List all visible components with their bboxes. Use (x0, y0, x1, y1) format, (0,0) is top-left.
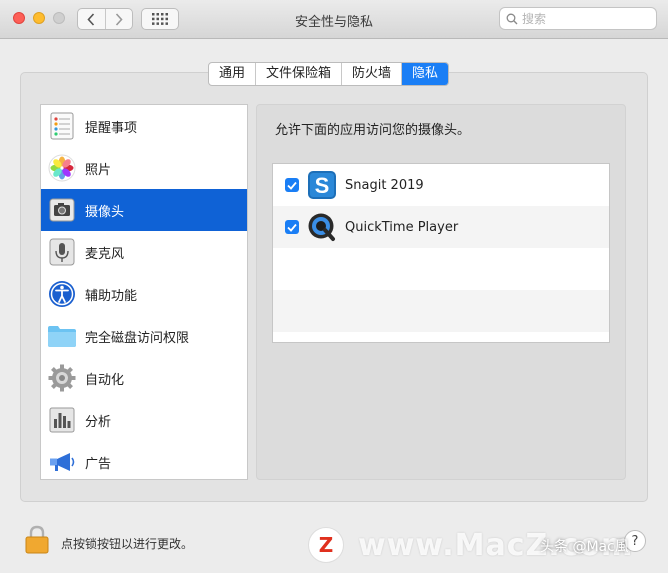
sidebar-item-label: 摄像头 (85, 204, 125, 220)
app-permission-checkbox[interactable] (285, 220, 299, 234)
snagit-icon: S (307, 170, 337, 200)
app-row-snagit[interactable]: S Snagit 2019 (273, 164, 609, 206)
quicktime-icon (307, 212, 337, 242)
svg-text:S: S (315, 173, 330, 198)
reminders-icon (47, 111, 77, 141)
sidebar-item-reminders[interactable]: 提醒事项 (41, 105, 247, 147)
tab-firewall[interactable]: 防火墙 (341, 63, 401, 85)
privacy-category-list: 提醒事项 照片 摄像头 麦克风 辅助功能 完全磁盘访问权限 自动化 分析 广告 (40, 104, 248, 480)
sidebar-item-microphone[interactable]: 麦克风 (41, 231, 247, 273)
sidebar-item-automation[interactable]: 自动化 (41, 357, 247, 399)
lock-button[interactable] (24, 524, 50, 554)
analytics-icon (47, 405, 77, 435)
checkmark-icon (287, 223, 297, 232)
sidebar-item-label: 完全磁盘访问权限 (85, 330, 190, 346)
photos-icon (47, 153, 77, 183)
camera-icon (47, 195, 77, 225)
app-name: Snagit 2019 (345, 177, 424, 193)
sidebar-item-accessibility[interactable]: 辅助功能 (41, 273, 247, 315)
tab-privacy[interactable]: 隐私 (401, 63, 449, 85)
lock-icon (25, 525, 49, 554)
sidebar-item-full-disk-access[interactable]: 完全磁盘访问权限 (41, 315, 247, 357)
sidebar-item-analytics[interactable]: 分析 (41, 399, 247, 441)
search-placeholder: 搜索 (522, 12, 547, 26)
gear-icon (47, 363, 77, 393)
watermark-extra: 头条 @Mac風 (540, 539, 629, 555)
instruction-text: 允许下面的应用访问您的摄像头。 (275, 123, 471, 138)
search-icon (506, 13, 518, 24)
list-item (273, 290, 609, 332)
sidebar-item-label: 照片 (85, 162, 112, 178)
sidebar-item-camera[interactable]: 摄像头 (41, 189, 247, 231)
sidebar-item-advertising[interactable]: 广告 (41, 441, 247, 479)
megaphone-icon (47, 447, 77, 477)
folder-icon (47, 321, 77, 351)
tab-filevault[interactable]: 文件保险箱 (255, 63, 341, 85)
accessibility-icon (47, 279, 77, 309)
sidebar-item-label: 提醒事项 (85, 120, 138, 136)
sidebar-item-label: 自动化 (85, 372, 125, 388)
sidebar-item-label: 辅助功能 (85, 288, 138, 304)
sidebar-item-photos[interactable]: 照片 (41, 147, 247, 189)
lock-hint-text: 点按锁按钮以进行更改。 (61, 537, 194, 551)
tab-bar: 通用 文件保险箱 防火墙 隐私 (208, 62, 450, 86)
tab-general[interactable]: 通用 (209, 63, 255, 85)
sidebar-item-label: 分析 (85, 414, 112, 430)
app-row-quicktime[interactable]: QuickTime Player (273, 206, 609, 248)
microphone-icon (47, 237, 77, 267)
list-item (273, 248, 609, 290)
app-name: QuickTime Player (345, 219, 459, 235)
sidebar-item-label: 广告 (85, 456, 112, 472)
search-field[interactable]: 搜索 (499, 7, 657, 30)
title-bar: 安全性与隐私 搜索 (0, 0, 668, 39)
checkmark-icon (287, 181, 297, 190)
app-permission-list: S Snagit 2019 QuickTime Player (272, 163, 610, 343)
watermark-logo-icon: Z (308, 527, 344, 563)
app-permission-checkbox[interactable] (285, 178, 299, 192)
sidebar-item-label: 麦克风 (85, 246, 125, 262)
